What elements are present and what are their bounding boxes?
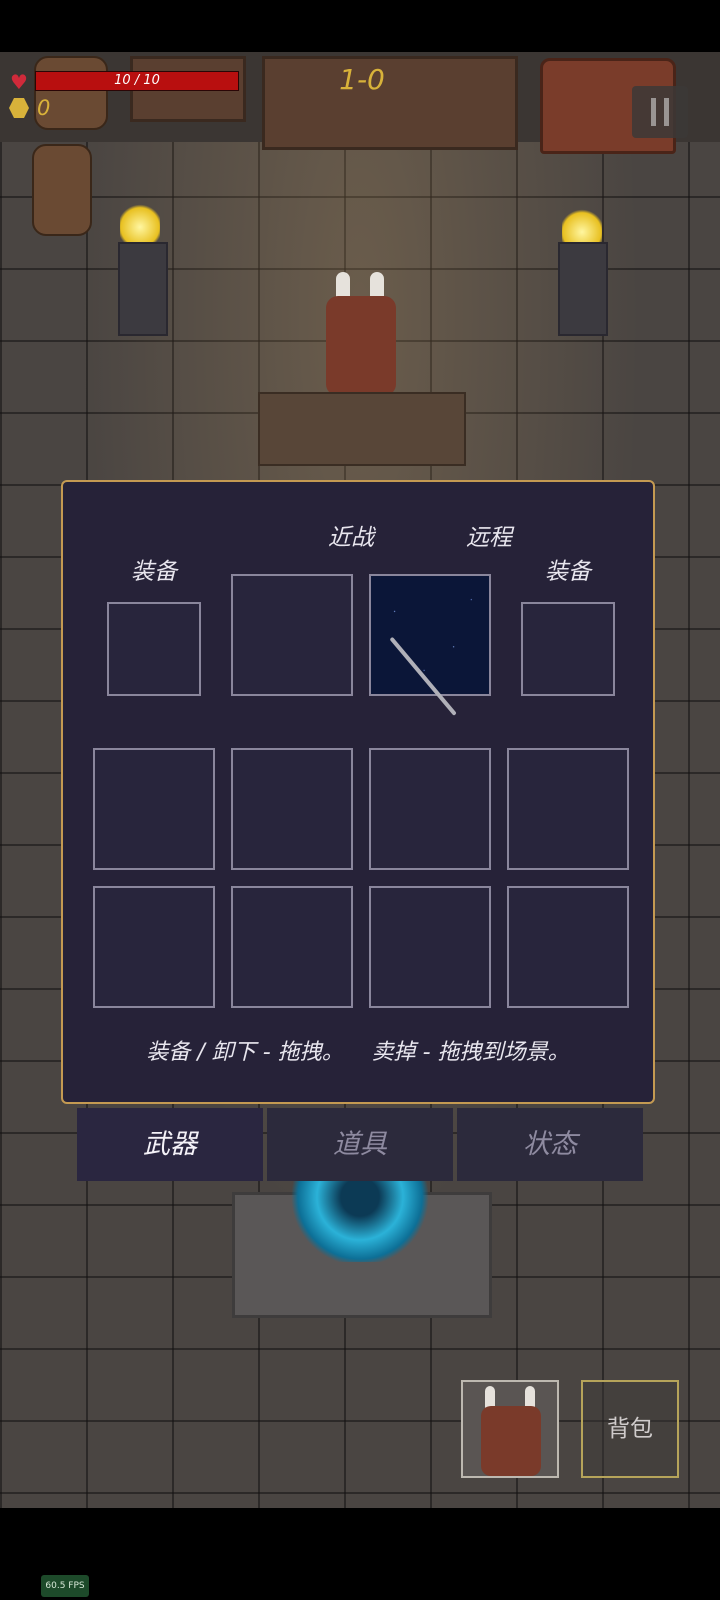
inventory-panel: 近战 远程 装备 装备 装备 / 卸下 - 拖拽。 卖掉 - 拖拽到场景。 [61, 480, 655, 1104]
melee-label: 近战 [328, 525, 374, 551]
equip-slot-right[interactable] [521, 602, 615, 696]
hp-text: 10 / 10 [114, 73, 160, 88]
equip-slot-left[interactable] [107, 602, 201, 696]
hp-bar: 10 / 10 [35, 71, 239, 91]
pause-icon [651, 98, 656, 126]
pause-button[interactable] [632, 86, 688, 138]
barrel [32, 144, 92, 236]
equip-left-label: 装备 [131, 559, 177, 585]
merchant-npc[interactable] [326, 296, 396, 396]
bag-button[interactable]: 背包 [581, 1380, 679, 1478]
level-indicator: 1-0 [339, 63, 385, 96]
tab-items[interactable]: 道具 [267, 1108, 453, 1181]
merchant-table [258, 392, 466, 466]
bag-slot[interactable] [93, 886, 215, 1008]
bag-slot[interactable] [507, 748, 629, 870]
drag-hint: 装备 / 卸下 - 拖拽。 卖掉 - 拖拽到场景。 [146, 1040, 570, 1065]
tab-weapons[interactable]: 武器 [77, 1108, 263, 1181]
fps-counter: 60.5 FPS [41, 1575, 89, 1597]
wand-icon[interactable] [389, 636, 457, 716]
ranged-label: 远程 [466, 525, 512, 551]
bag-slot[interactable] [369, 886, 491, 1008]
character-portrait[interactable] [461, 1380, 559, 1478]
avatar [481, 1406, 541, 1476]
coin-count: 0 [37, 96, 51, 120]
equip-right-label: 装备 [545, 559, 591, 585]
pause-icon [664, 98, 669, 126]
melee-slot[interactable] [231, 574, 353, 696]
bag-slot[interactable] [507, 886, 629, 1008]
ranged-slot[interactable] [369, 574, 491, 716]
bag-slot[interactable] [369, 748, 491, 870]
brazier [118, 242, 168, 336]
tab-status[interactable]: 状态 [457, 1108, 643, 1181]
bag-slot[interactable] [93, 748, 215, 870]
heart-icon: ♥ [10, 70, 28, 94]
bag-slot[interactable] [231, 886, 353, 1008]
bag-slot[interactable] [231, 748, 353, 870]
brazier [558, 242, 608, 336]
